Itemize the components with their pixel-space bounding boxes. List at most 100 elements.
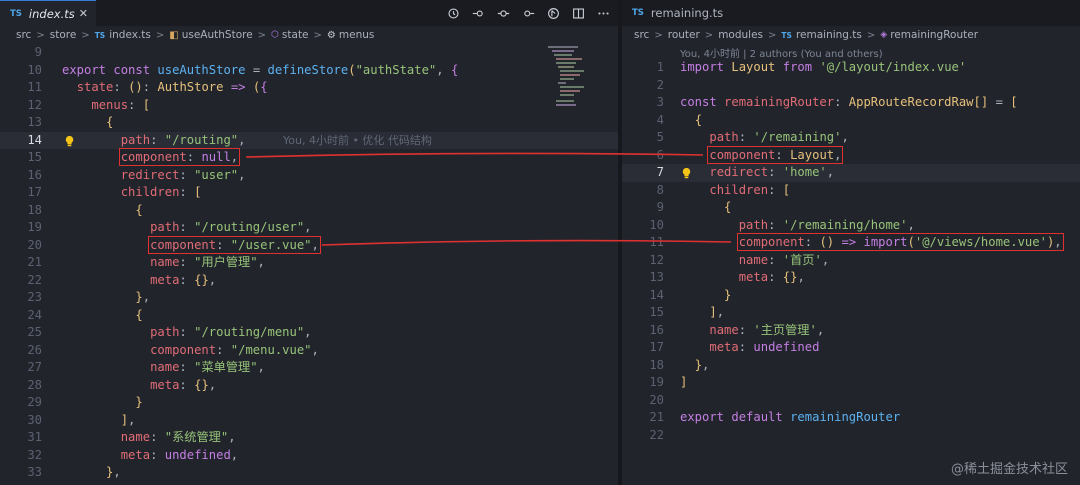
code-line[interactable]: 16 redirect: "user", <box>0 167 618 185</box>
code-line[interactable]: 12 name: '首页', <box>622 252 1080 270</box>
code-text: } <box>135 395 143 409</box>
code-line[interactable]: 7 redirect: 'home', <box>622 164 1080 182</box>
code-line[interactable]: 1 import Layout from '@/layout/index.vue' <box>622 59 1080 77</box>
tab-remaining-ts[interactable]: TS remaining.ts <box>622 0 732 26</box>
code-text: { <box>106 115 114 129</box>
close-icon[interactable]: ✕ <box>79 7 88 20</box>
code-line[interactable]: 30 ], <box>0 412 618 430</box>
lightbulb-icon[interactable] <box>64 135 75 147</box>
go-forward-icon[interactable] <box>521 6 535 20</box>
breadcrumb-separator: > <box>81 29 90 41</box>
code-line[interactable]: 3 const remainingRouter: AppRouteRecordRa… <box>622 94 1080 112</box>
breadcrumb-item[interactable]: ⚙ menus <box>327 29 374 41</box>
code-line[interactable]: 14 } <box>622 287 1080 305</box>
code-line[interactable]: 22 <box>622 427 1080 445</box>
line-number: 4 <box>656 112 664 127</box>
code-line[interactable]: 21 name: "用户管理", <box>0 254 618 272</box>
breadcrumb-item[interactable]: ◈ remainingRouter <box>880 29 978 41</box>
breadcrumb-separator: > <box>36 29 45 41</box>
code-text: state: (): AuthStore => ({ <box>76 80 268 94</box>
line-number: 33 <box>27 465 42 479</box>
code-text: component: "/user.vue", <box>62 235 321 255</box>
code-line[interactable]: 17 meta: undefined <box>622 339 1080 357</box>
line-number: 12 <box>27 97 42 112</box>
history-icon[interactable] <box>446 6 460 20</box>
code-line[interactable]: 10 export const useAuthStore = defineStor… <box>0 62 618 80</box>
lightbulb-icon[interactable] <box>681 167 692 179</box>
code-line[interactable]: 20 component: "/user.vue", <box>0 235 618 255</box>
code-line[interactable]: 14 path: "/routing", You, 4小时前 • 优化 代码结构 <box>0 131 618 149</box>
code-line[interactable]: 33 }, <box>0 464 618 482</box>
code-line[interactable]: 4 { <box>622 112 1080 130</box>
breadcrumb-item[interactable]: src <box>16 29 31 41</box>
code-line[interactable]: 6 component: Layout, <box>622 145 1080 165</box>
code-line[interactable]: 19 path: "/routing/user", <box>0 219 618 237</box>
split-editor-icon[interactable] <box>571 6 585 20</box>
code-line[interactable]: 27 name: "菜单管理", <box>0 359 618 377</box>
breadcrumb: src > store > TS index.ts > ◧ useAuthStore… <box>0 26 618 44</box>
breadcrumb-item[interactable]: ◧ useAuthStore <box>169 29 252 41</box>
breadcrumb: src > router > modules > TS remaining.ts … <box>622 26 1080 44</box>
code-line[interactable]: 13 meta: {}, <box>622 269 1080 287</box>
code-line[interactable]: 25 path: "/routing/menu", <box>0 324 618 342</box>
code-line[interactable]: 5 path: '/remaining', <box>622 129 1080 147</box>
code-line[interactable]: 19] <box>622 374 1080 392</box>
code-line[interactable]: 29 } <box>0 394 618 412</box>
circle-dot-icon[interactable] <box>496 6 510 20</box>
line-number: 12 <box>649 252 664 267</box>
line-number: 18 <box>27 202 42 217</box>
breadcrumb-label: useAuthStore <box>181 29 253 41</box>
code-editor-left[interactable]: 9 10 export const useAuthStore = defineSto… <box>0 44 618 482</box>
code-line[interactable]: 10 path: '/remaining/home', <box>622 217 1080 235</box>
line-number: 8 <box>656 182 664 197</box>
code-line[interactable]: 12 menus: [ <box>0 97 618 115</box>
code-line[interactable]: 28 meta: {}, <box>0 377 618 395</box>
code-line[interactable]: 9 { <box>622 199 1080 217</box>
git-compare-icon[interactable] <box>546 6 560 20</box>
go-back-icon[interactable] <box>471 6 485 20</box>
line-number: 2 <box>656 77 664 92</box>
code-editor-right[interactable]: 1 import Layout from '@/layout/index.vue'… <box>622 59 1080 444</box>
code-line[interactable]: 23 }, <box>0 289 618 307</box>
code-line[interactable]: 24 { <box>0 307 618 325</box>
code-text: meta: {}, <box>150 377 217 392</box>
code-line[interactable]: 13 { <box>0 114 618 132</box>
code-line[interactable]: 26 component: "/menu.vue", <box>0 342 618 360</box>
code-line[interactable]: 17 children: [ <box>0 184 618 202</box>
breadcrumb-item[interactable]: ⬡ state <box>271 29 308 41</box>
code-line[interactable]: 15 ], <box>622 304 1080 322</box>
code-line[interactable]: 2 <box>622 77 1080 95</box>
breadcrumb-item[interactable]: store <box>50 29 77 41</box>
breadcrumb-item[interactable]: TS index.ts <box>95 29 151 41</box>
code-line[interactable]: 8 children: [ <box>622 182 1080 200</box>
method-icon: ⬡ <box>271 30 279 40</box>
breadcrumb-item[interactable]: TS remaining.ts <box>781 29 861 41</box>
breadcrumb-item[interactable]: router <box>668 29 700 41</box>
minimap[interactable] <box>548 44 604 124</box>
code-text: ], <box>120 412 136 427</box>
line-number: 16 <box>27 167 42 182</box>
code-line[interactable]: 18 { <box>0 202 618 220</box>
tab-index-ts[interactable]: TS index.ts ✕ <box>0 0 96 26</box>
code-line[interactable]: 11 component: () => import('@/views/home… <box>622 233 1080 252</box>
code-line[interactable]: 31 name: "系统管理", <box>0 429 618 447</box>
breadcrumb-item[interactable]: modules <box>718 29 763 41</box>
code-text: path: '/remaining', <box>709 130 849 144</box>
breadcrumb-item[interactable]: src <box>634 29 649 41</box>
code-line[interactable]: 20 <box>622 392 1080 410</box>
vertical-scrollbar[interactable] <box>606 44 618 485</box>
code-text: name: "菜单管理", <box>150 360 265 374</box>
code-line[interactable]: 11 state: (): AuthStore => ({ <box>0 79 618 97</box>
code-line[interactable]: 21 export default remainingRouter <box>622 409 1080 427</box>
more-actions-icon[interactable] <box>596 6 610 20</box>
code-line[interactable]: 16 name: '主页管理', <box>622 322 1080 340</box>
code-line[interactable]: 32 meta: undefined, <box>0 447 618 465</box>
code-text: meta: {}, <box>738 270 805 284</box>
code-line[interactable]: 9 <box>0 44 618 62</box>
code-line[interactable]: 15 component: null, <box>0 148 618 167</box>
line-number: 6 <box>656 147 664 162</box>
code-line[interactable]: 18 }, <box>622 357 1080 375</box>
code-line[interactable]: 22 meta: {}, <box>0 272 618 290</box>
typescript-file-icon: TS <box>781 30 792 40</box>
line-number: 21 <box>649 410 664 424</box>
